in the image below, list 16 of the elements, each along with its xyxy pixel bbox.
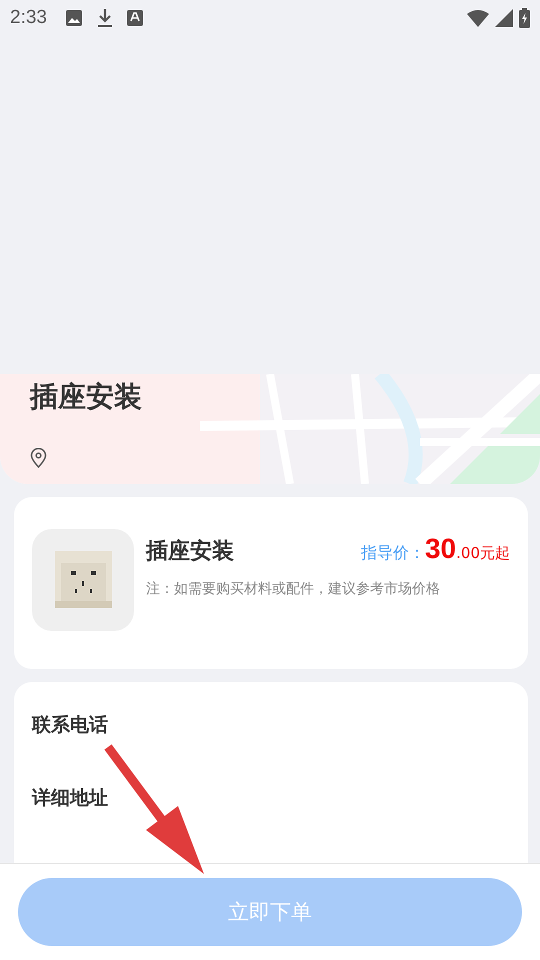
status-time: 2:33 bbox=[10, 7, 47, 29]
signal-icon bbox=[495, 9, 513, 27]
location-pin-icon bbox=[30, 448, 47, 468]
price-note: 注：如需要购买材料或配件，建议参考市场价格 bbox=[146, 580, 441, 598]
service-title: 插座安装 bbox=[30, 379, 142, 415]
download-icon bbox=[96, 8, 113, 28]
price-value: 30 bbox=[424, 533, 456, 565]
field-label: 联系电话 bbox=[32, 713, 108, 738]
price-decimal: .00元起 bbox=[456, 544, 510, 563]
battery-icon bbox=[519, 8, 530, 28]
text-icon bbox=[126, 10, 143, 26]
field-label: 详细地址 bbox=[32, 786, 108, 811]
image-icon bbox=[64, 9, 83, 27]
product-name: 插座安装 bbox=[146, 538, 235, 566]
wifi-icon bbox=[467, 9, 489, 27]
price-label: 指导价： bbox=[360, 543, 425, 564]
